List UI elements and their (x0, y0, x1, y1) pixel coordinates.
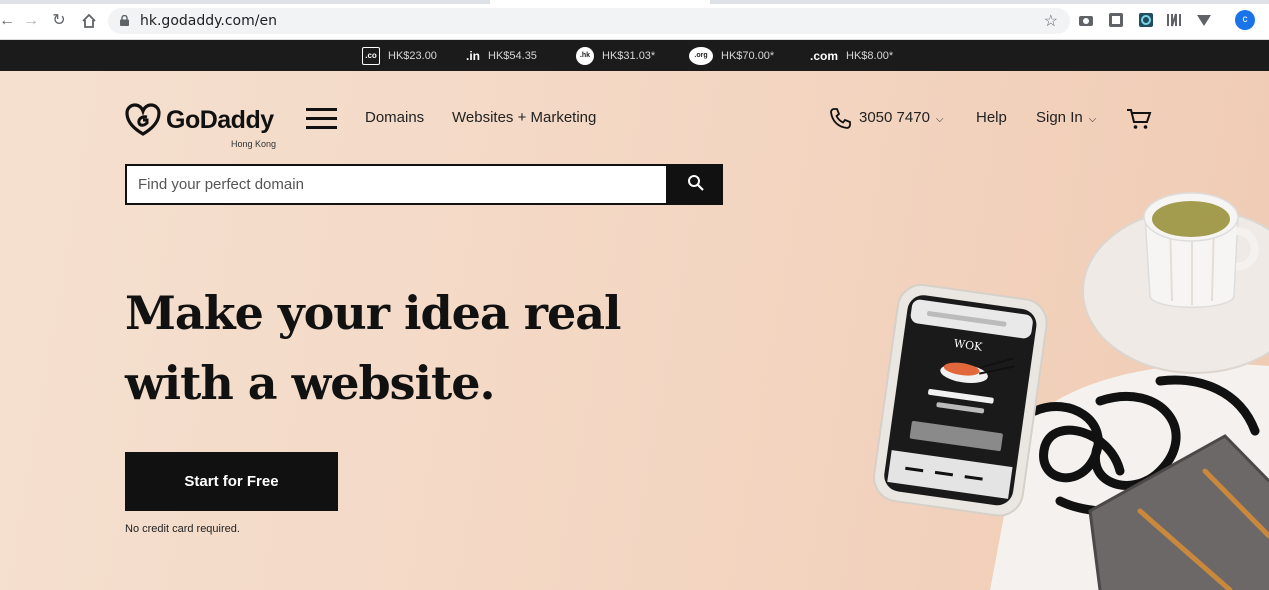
hero-illustration: WOK (872, 192, 1269, 590)
hero-section: GoDaddy Hong Kong Domains Websites + Mar… (0, 71, 1269, 590)
promo-item-com[interactable]: .com HK$8.00* (810, 40, 893, 71)
godaddy-logo[interactable]: GoDaddy Hong Kong (125, 102, 280, 150)
back-icon[interactable]: ← (0, 12, 16, 30)
bookmark-star-icon[interactable]: ☆ (1044, 11, 1058, 31)
search-button[interactable] (668, 164, 723, 205)
promo-price: HK$8.00* (846, 49, 894, 62)
screenshot-extension-icon[interactable] (1108, 12, 1124, 28)
tld-org-icon: .org (689, 46, 713, 65)
tld-hk-icon: .hk (576, 46, 594, 65)
domain-search-input[interactable] (125, 164, 668, 205)
promo-price: HK$31.03* (602, 49, 656, 62)
vpn-extension-icon[interactable] (1196, 12, 1212, 28)
nav-websites-marketing[interactable]: Websites + Marketing (452, 109, 596, 126)
reload-icon[interactable]: ↻ (50, 12, 68, 30)
forward-icon[interactable]: → (22, 12, 40, 30)
start-for-free-button[interactable]: Start for Free (125, 452, 338, 511)
search-icon (687, 175, 704, 191)
promo-price: HK$54.35 (488, 49, 537, 62)
lock-icon (120, 15, 129, 26)
nav-help[interactable]: Help (976, 109, 1007, 126)
cta-note: No credit card required. (125, 523, 240, 535)
profile-avatar[interactable]: c (1235, 10, 1255, 30)
promo-item-in[interactable]: .in HK$54.35 (466, 40, 537, 71)
promo-price: HK$23.00 (388, 49, 437, 62)
menu-icon[interactable] (306, 108, 337, 130)
url-text: hk.godaddy.com/en (140, 13, 277, 29)
address-bar[interactable]: hk.godaddy.com/en ☆ (108, 8, 1070, 34)
hero-headline: Make your idea real with a website. (125, 278, 725, 418)
promo-item-hk[interactable]: .hk HK$31.03* (576, 40, 655, 71)
nav-phone-number[interactable]: 3050 7470 ⌵ (859, 109, 944, 126)
promo-price: HK$70.00* (721, 49, 775, 62)
headline-line-2: with a website. (125, 356, 496, 410)
camera-extension-icon[interactable] (1078, 12, 1094, 28)
nav-sign-in[interactable]: Sign In ⌵ (1036, 109, 1096, 126)
logo-region: Hong Kong (231, 139, 277, 149)
sign-in-text: Sign In (1036, 109, 1083, 126)
godaddy-heart-icon (125, 103, 161, 136)
domain-search (125, 164, 723, 205)
phone-icon[interactable] (829, 107, 851, 129)
promo-item-org[interactable]: .org HK$70.00* (689, 40, 774, 71)
bars-extension-icon[interactable] (1166, 12, 1182, 28)
browser-toolbar: ← → ↻ hk.godaddy.com/en ☆ c (0, 0, 1269, 40)
smartphone-image: WOK (872, 283, 1048, 517)
tld-in-icon: .in (466, 48, 480, 63)
nav-domains[interactable]: Domains (365, 109, 424, 126)
tea-cup-image (1082, 192, 1269, 374)
promo-item-co[interactable]: .co HK$23.00 (362, 40, 437, 71)
chevron-down-icon: ⌵ (935, 114, 944, 125)
logo-wordmark: GoDaddy (166, 106, 274, 134)
domain-price-strip: .co HK$23.00 .in HK$54.35 .hk HK$31.03* … (0, 40, 1269, 71)
tld-com-icon: .com (810, 48, 839, 63)
grid-extension-icon[interactable] (1138, 12, 1154, 28)
phone-number-text: 3050 7470 (859, 109, 930, 126)
chevron-down-icon: ⌵ (1088, 114, 1097, 125)
cart-icon[interactable] (1126, 107, 1152, 131)
headline-line-1: Make your idea real (125, 286, 622, 340)
tld-co-icon: .co (362, 46, 380, 65)
home-icon[interactable] (80, 12, 98, 30)
